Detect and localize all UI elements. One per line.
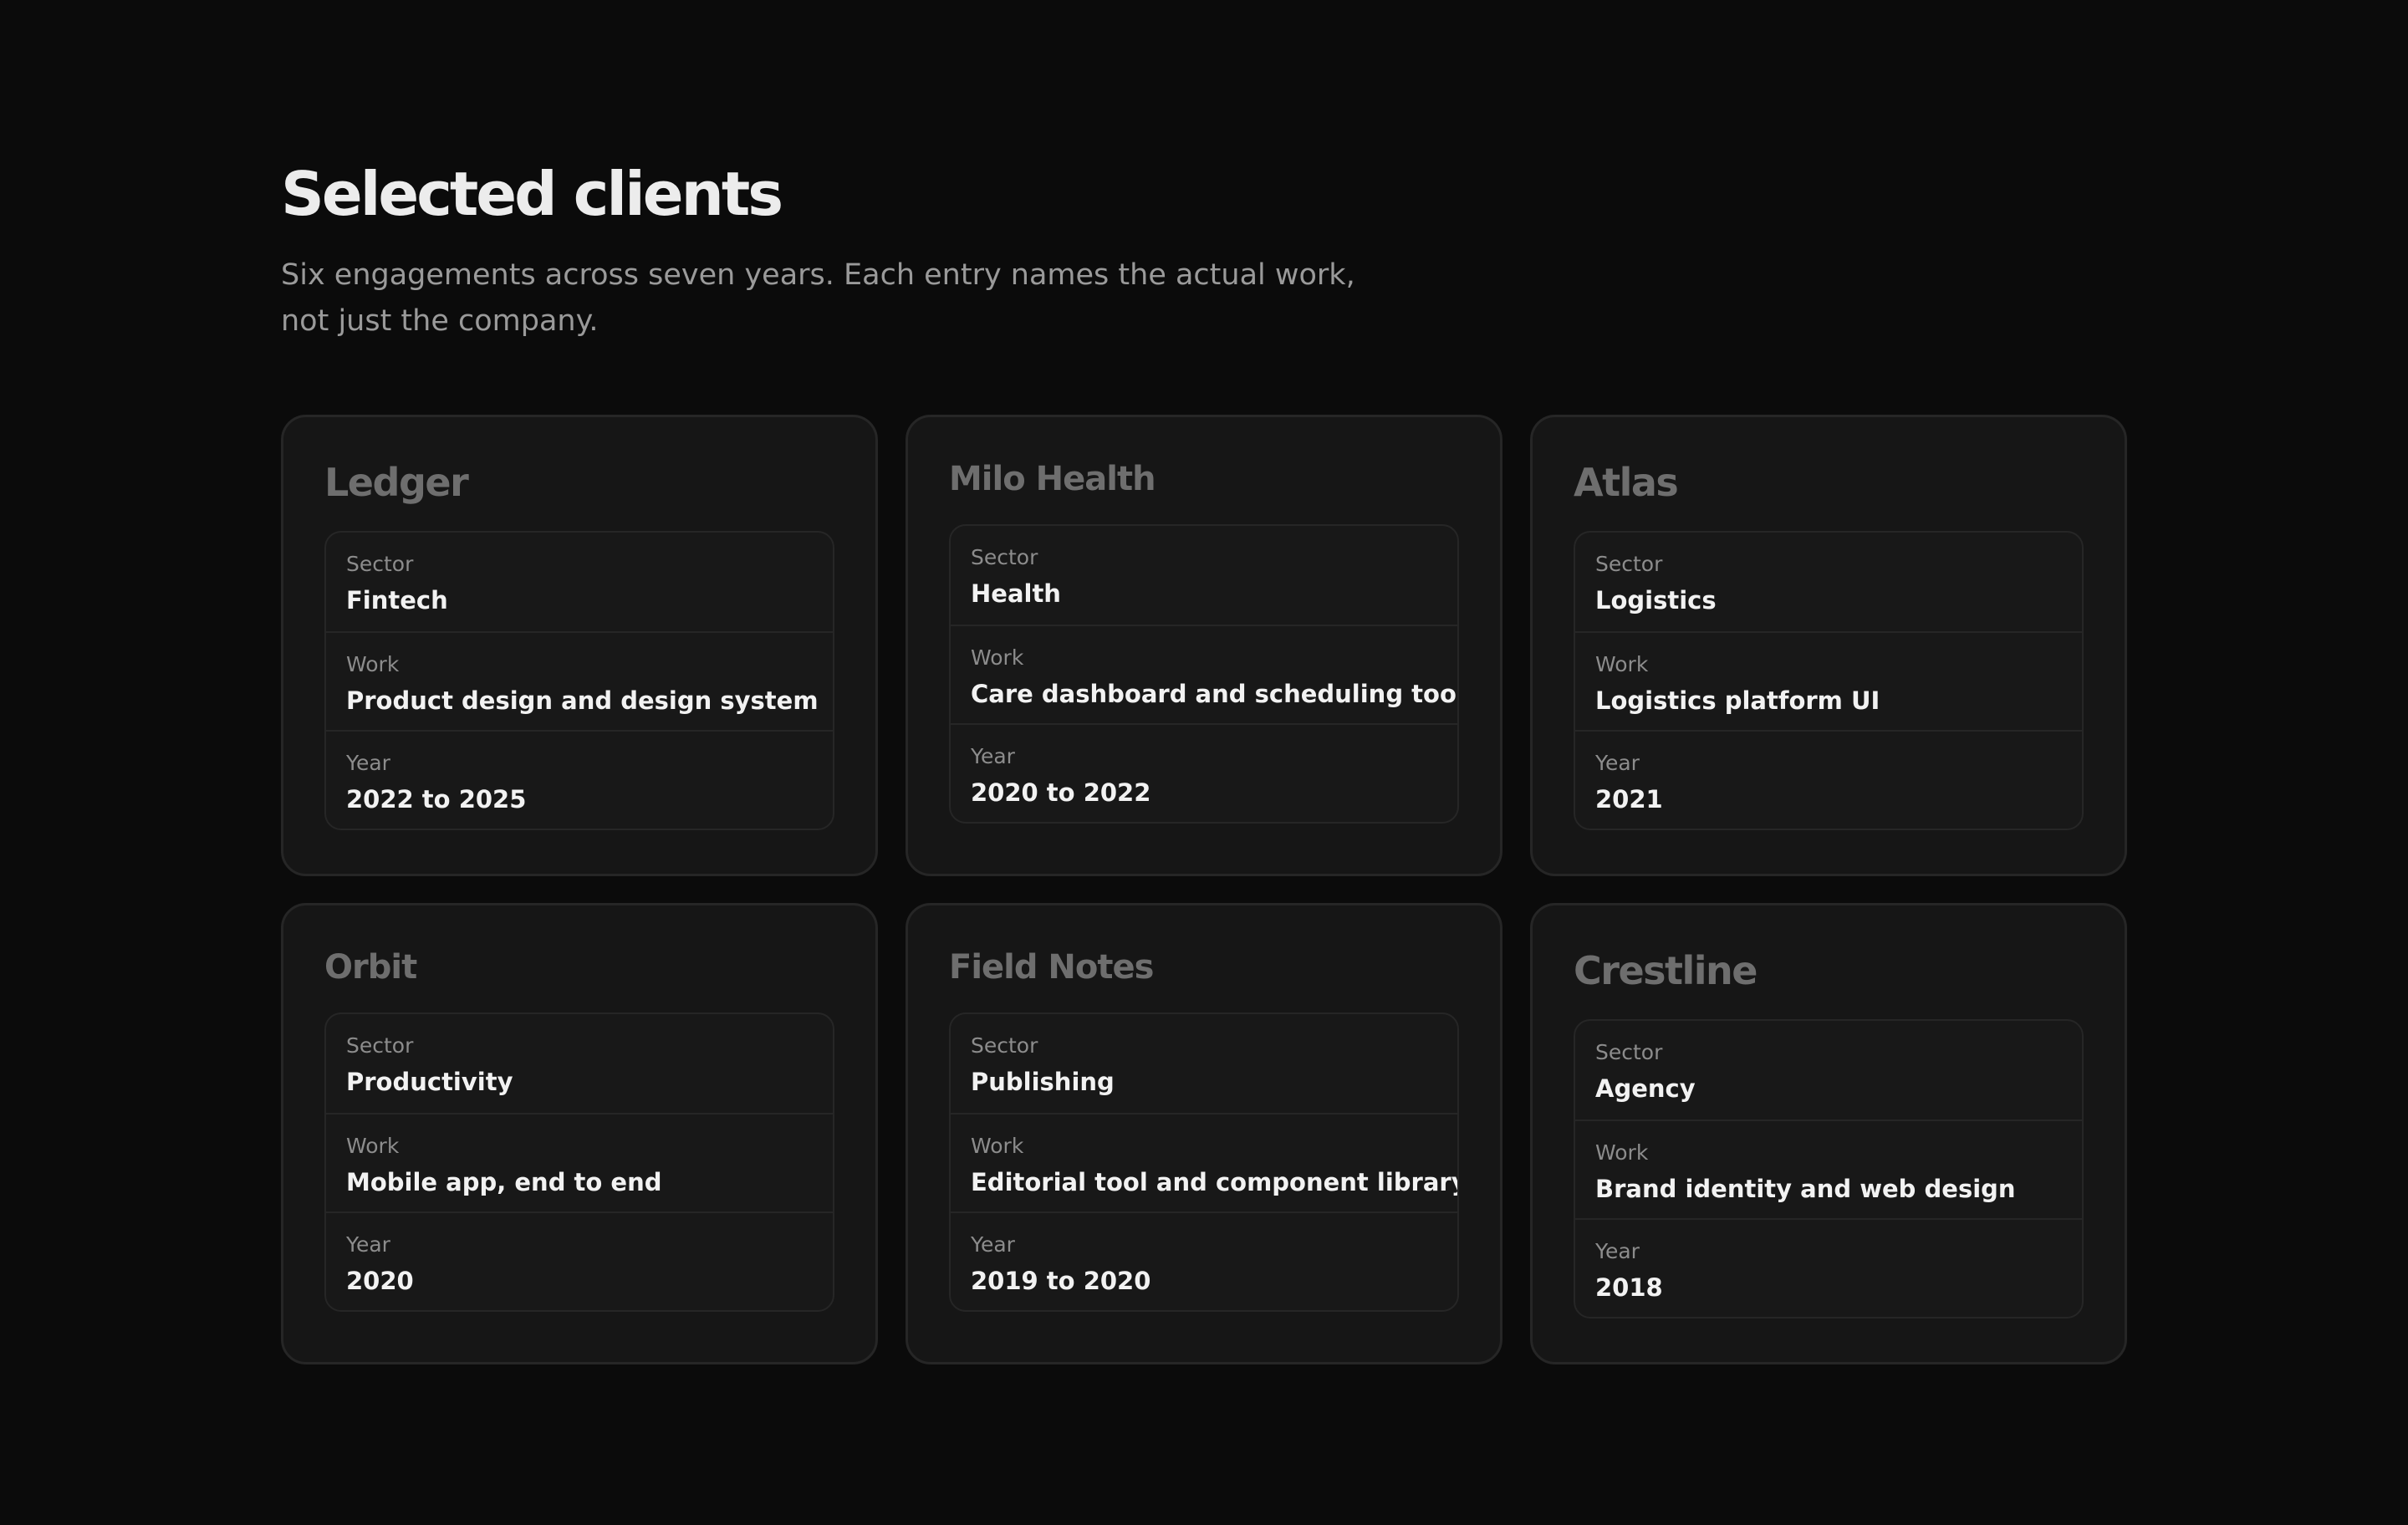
client-card-field-notes: Field Notes Sector Publishing Work Edito… — [906, 903, 1502, 1364]
client-name: Field Notes — [949, 948, 1154, 987]
detail-value: 2021 — [1595, 785, 1663, 814]
detail-value: Brand identity and web design — [1595, 1175, 2016, 1203]
client-name: Crestline — [1574, 948, 1758, 993]
client-grid: Ledger Sector Fintech Work Product desig… — [281, 415, 2127, 1364]
client-name: Atlas — [1574, 460, 1679, 505]
client-name: Milo Health — [949, 460, 1156, 498]
detail-row-year: Year 2019 to 2020 — [951, 1211, 1457, 1310]
selected-clients-section: Selected clients Six engagements across … — [281, 159, 2129, 1364]
detail-label: Work — [346, 652, 400, 676]
detail-row-sector: Sector Publishing — [951, 1014, 1457, 1113]
detail-label: Year — [1595, 1239, 1640, 1263]
detail-value: Logistics platform UI — [1595, 686, 1880, 715]
detail-row-work: Work Care dashboard and scheduling tool — [951, 625, 1457, 723]
detail-value: 2020 to 2022 — [971, 778, 1151, 807]
detail-label: Work — [1595, 1140, 1649, 1165]
client-name: Ledger — [324, 460, 469, 505]
detail-label: Year — [971, 744, 1015, 768]
detail-label: Work — [971, 645, 1024, 670]
client-details: Sector Logistics Work Logistics platform… — [1574, 531, 2084, 830]
client-card-milo-health: Milo Health Sector Health Work Care dash… — [906, 415, 1502, 876]
client-name: Orbit — [324, 948, 417, 987]
detail-row-year: Year 2020 to 2022 — [951, 723, 1457, 822]
detail-value: Care dashboard and scheduling tool — [971, 680, 1459, 708]
detail-value: Fintech — [346, 586, 448, 615]
detail-label: Sector — [1595, 1040, 1663, 1064]
detail-value: Logistics — [1595, 586, 1717, 615]
detail-value: Mobile app, end to end — [346, 1168, 662, 1196]
detail-value: 2019 to 2020 — [971, 1267, 1151, 1295]
detail-label: Sector — [971, 1033, 1038, 1058]
detail-value: Editorial tool and component library — [971, 1168, 1459, 1196]
detail-label: Year — [971, 1232, 1015, 1257]
client-details: Sector Productivity Work Mobile app, end… — [324, 1012, 834, 1312]
detail-value: Product design and design system — [346, 686, 819, 715]
detail-row-work: Work Product design and design system — [326, 631, 833, 730]
detail-row-year: Year 2020 — [326, 1211, 833, 1310]
detail-value: Health — [971, 579, 1061, 608]
detail-row-sector: Sector Health — [951, 526, 1457, 625]
detail-value: 2018 — [1595, 1273, 1663, 1302]
detail-value: Agency — [1595, 1074, 1696, 1103]
detail-value: 2020 — [346, 1267, 414, 1295]
detail-row-sector: Sector Logistics — [1575, 533, 2082, 631]
detail-label: Sector — [1595, 552, 1663, 576]
client-card-crestline: Crestline Sector Agency Work Brand ident… — [1530, 903, 2127, 1364]
detail-row-year: Year 2022 to 2025 — [326, 730, 833, 829]
client-details: Sector Agency Work Brand identity and we… — [1574, 1019, 2084, 1318]
client-details: Sector Publishing Work Editorial tool an… — [949, 1012, 1459, 1312]
detail-value: Productivity — [346, 1068, 513, 1096]
detail-row-year: Year 2018 — [1575, 1218, 2082, 1317]
page-title: Selected clients — [281, 159, 783, 229]
detail-label: Sector — [346, 1033, 414, 1058]
client-card-orbit: Orbit Sector Productivity Work Mobile ap… — [281, 903, 878, 1364]
detail-label: Year — [1595, 751, 1640, 775]
detail-label: Work — [1595, 652, 1649, 676]
client-card-atlas: Atlas Sector Logistics Work Logistics pl… — [1530, 415, 2127, 876]
client-details: Sector Health Work Care dashboard and sc… — [949, 524, 1459, 824]
detail-row-year: Year 2021 — [1575, 730, 2082, 829]
detail-row-work: Work Logistics platform UI — [1575, 631, 2082, 730]
detail-row-work: Work Mobile app, end to end — [326, 1113, 833, 1211]
detail-row-sector: Sector Agency — [1575, 1021, 2082, 1120]
detail-label: Year — [346, 751, 390, 775]
detail-label: Sector — [346, 552, 414, 576]
detail-label: Sector — [971, 545, 1038, 569]
detail-row-sector: Sector Fintech — [326, 533, 833, 631]
detail-value: 2022 to 2025 — [346, 785, 527, 814]
detail-row-work: Work Editorial tool and component librar… — [951, 1113, 1457, 1211]
detail-value: Publishing — [971, 1068, 1115, 1096]
detail-row-work: Work Brand identity and web design — [1575, 1120, 2082, 1218]
detail-label: Year — [346, 1232, 390, 1257]
detail-label: Work — [971, 1134, 1024, 1158]
page-subtitle: Six engagements across seven years. Each… — [281, 258, 1355, 338]
detail-label: Work — [346, 1134, 400, 1158]
detail-row-sector: Sector Productivity — [326, 1014, 833, 1113]
client-card-ledger: Ledger Sector Fintech Work Product desig… — [281, 415, 878, 876]
client-details: Sector Fintech Work Product design and d… — [324, 531, 834, 830]
